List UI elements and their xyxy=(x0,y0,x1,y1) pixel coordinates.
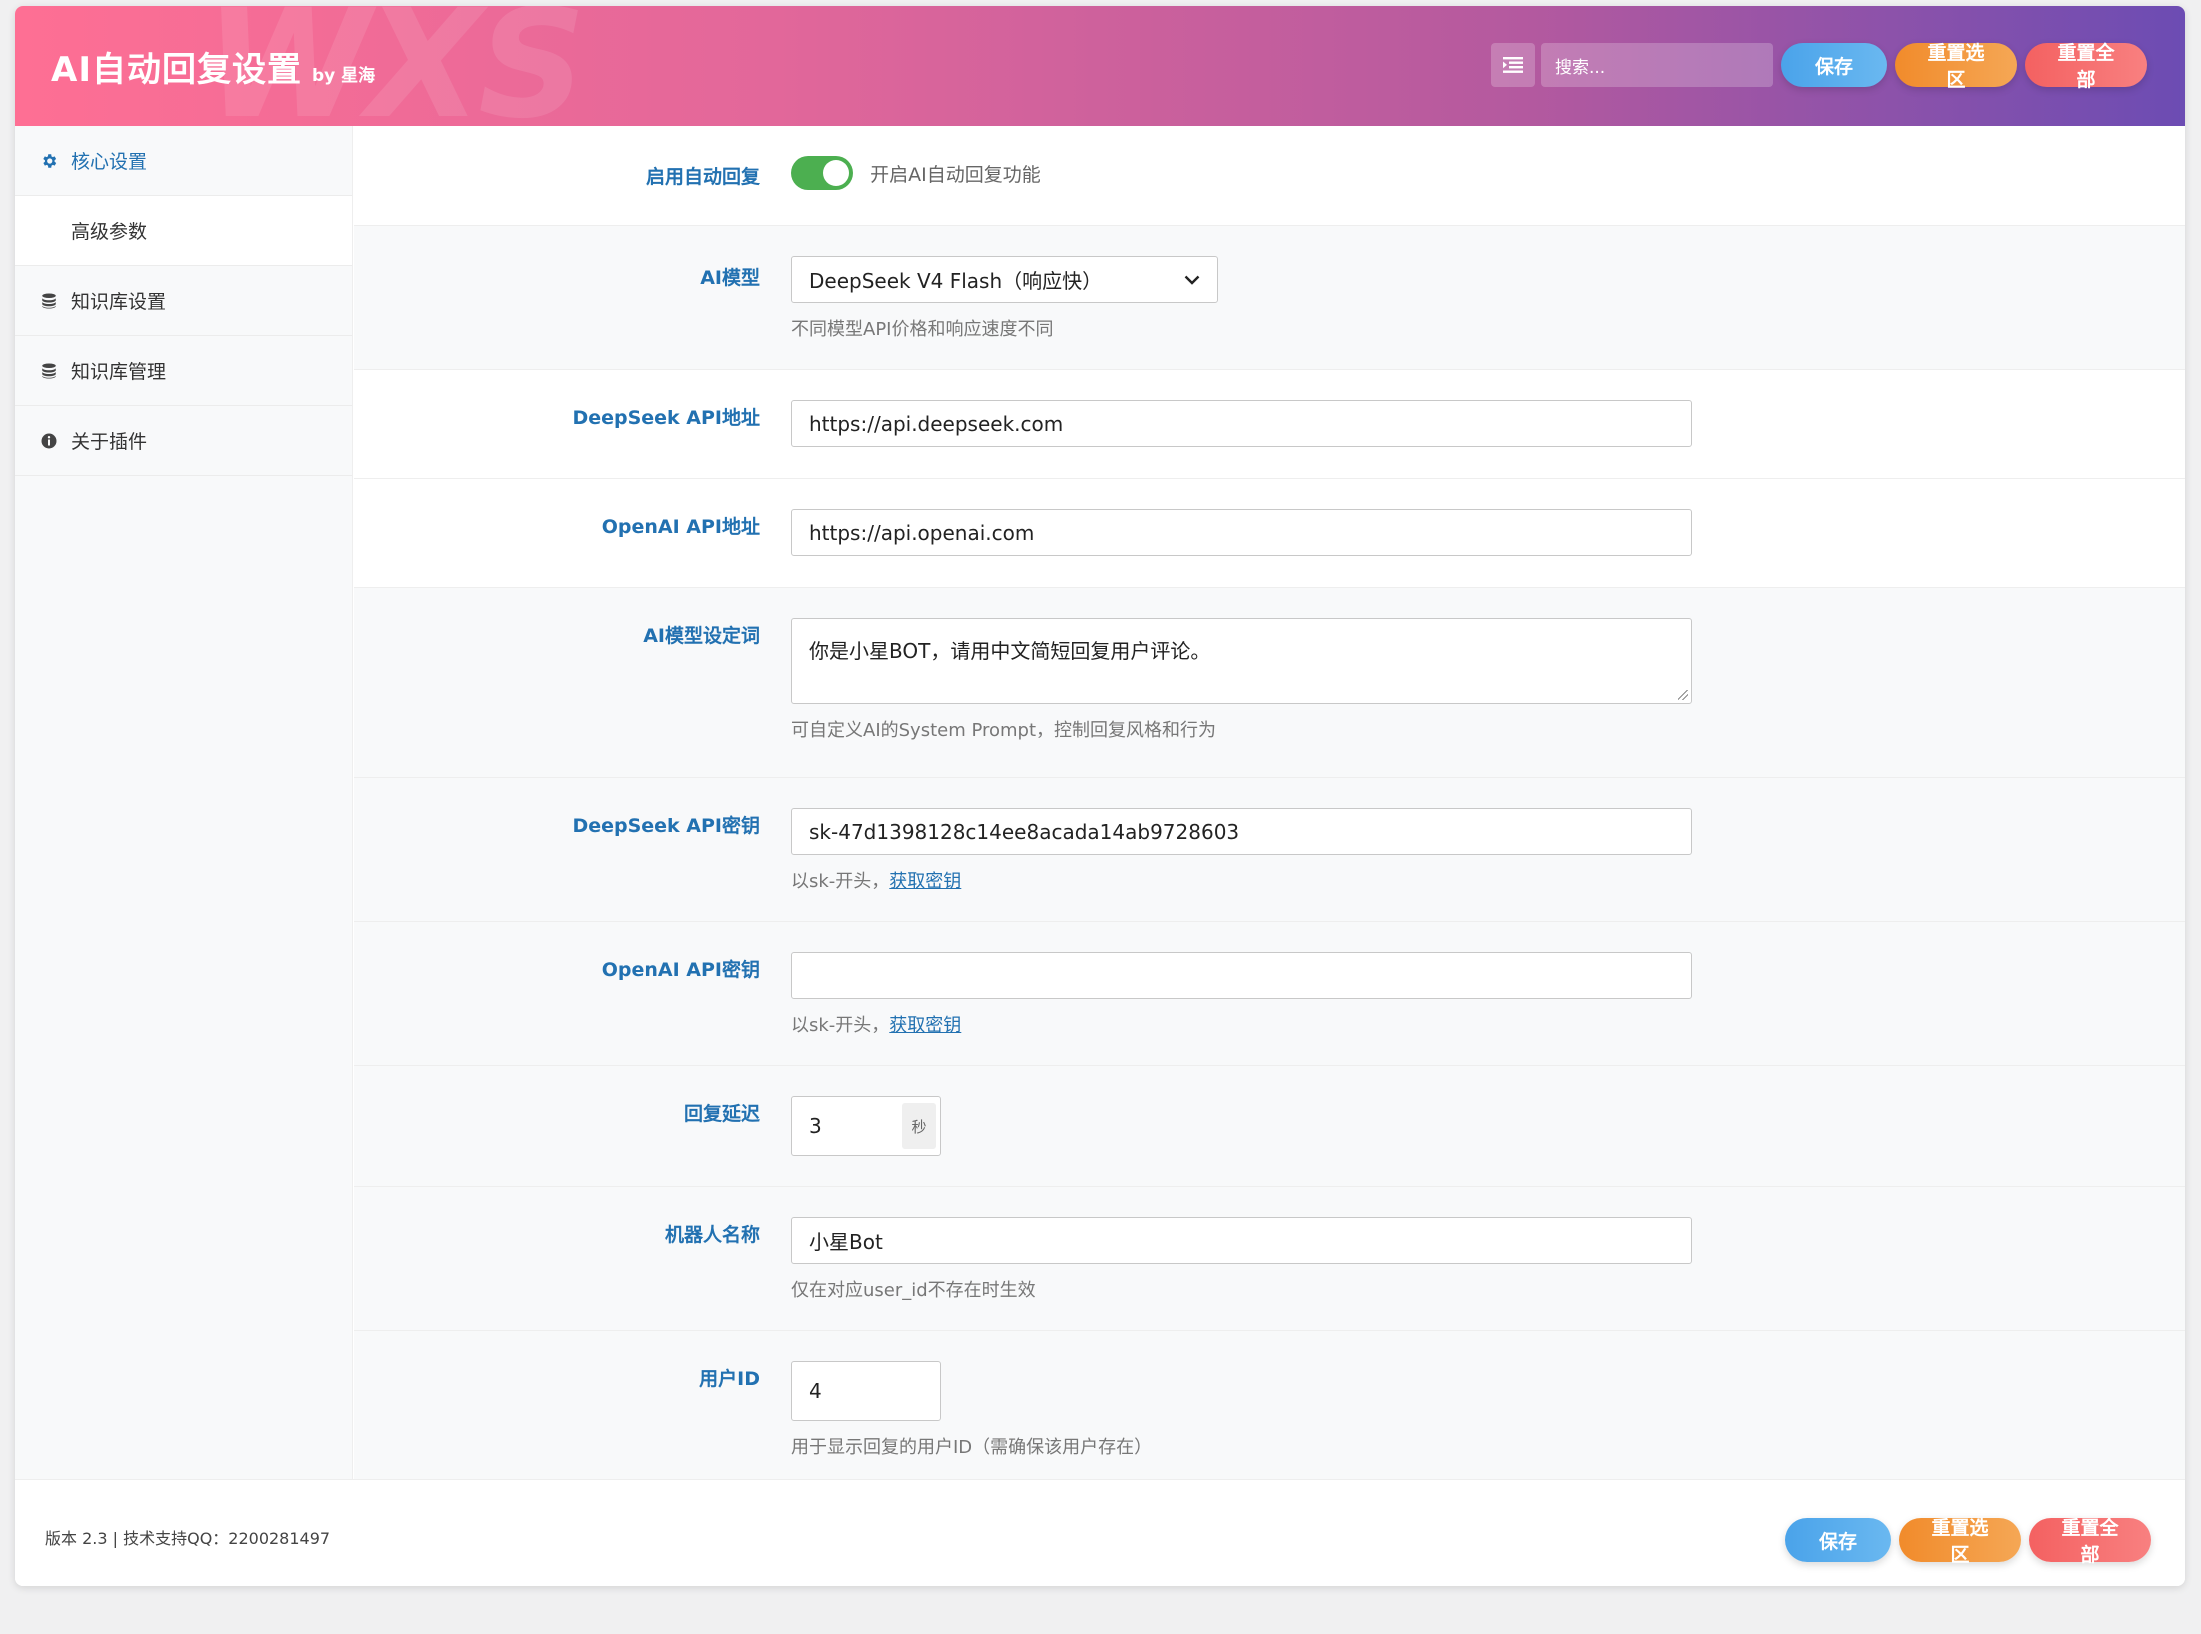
row-model: AI模型 DeepSeek V4 Flash（响应快） 不同模型API价格和响应… xyxy=(354,226,2185,370)
deepseek-get-key-link[interactable]: 获取密钥 xyxy=(889,871,961,892)
sidebar-item-label: 高级参数 xyxy=(71,221,148,243)
openai-key-desc: 以sk-开头，获取密钥 xyxy=(791,1011,1692,1037)
deepseek-key-desc: 以sk-开头，获取密钥 xyxy=(791,867,1692,893)
toggle-knob xyxy=(823,160,849,186)
deepseek-key-label: DeepSeek API密钥 xyxy=(572,815,760,837)
info-icon xyxy=(39,432,59,450)
row-deepseek-key: DeepSeek API密钥 sk-47d1398128c14ee8acada1… xyxy=(354,778,2185,922)
row-user-id: 用户ID 4 用于显示回复的用户ID（需确保该用户存在） xyxy=(354,1331,2185,1479)
sidebar-item-kb-settings[interactable]: 知识库设置 xyxy=(15,266,352,336)
row-prompt: AI模型设定词 你是小星BOT，请用中文简短回复用户评论。 可自定义AI的Sys… xyxy=(354,588,2185,778)
footer-reset-all-button[interactable]: 重置全部 xyxy=(2029,1517,2151,1566)
save-button[interactable]: 保存 xyxy=(1781,43,1887,87)
delay-label: 回复延迟 xyxy=(683,1103,760,1125)
reset-all-button[interactable]: 重置全部 xyxy=(2025,42,2147,91)
row-delay: 回复延迟 3 秒 xyxy=(354,1066,2185,1187)
delay-input[interactable]: 3 秒 xyxy=(791,1096,941,1156)
header-bar: WXS AI自动回复设置 by 星海 搜索... 保存 重置选区 重置全部 xyxy=(15,6,2185,126)
delay-value: 3 xyxy=(809,1114,822,1138)
sidebar-item-kb-management[interactable]: 知识库管理 xyxy=(15,336,352,406)
openai-key-label: OpenAI API密钥 xyxy=(601,959,760,981)
page-title: AI自动回复设置 xyxy=(51,50,302,90)
sidebar-item-label: 核心设置 xyxy=(71,151,148,173)
database-icon xyxy=(39,362,59,380)
search-input[interactable]: 搜索... xyxy=(1541,43,1773,87)
database-icon xyxy=(39,292,59,310)
openai-key-input[interactable] xyxy=(791,952,1692,999)
row-enable: 启用自动回复 开启AI自动回复功能 xyxy=(354,126,2185,226)
bot-name-label: 机器人名称 xyxy=(664,1224,760,1246)
sidebar: 核心设置 高级参数 知识库设置 知识库管理 关于插件 xyxy=(15,126,353,1479)
row-openai-key: OpenAI API密钥 以sk-开头，获取密钥 xyxy=(354,922,2185,1066)
sidebar-item-advanced-params[interactable]: 高级参数 xyxy=(15,196,352,266)
prompt-label: AI模型设定词 xyxy=(643,625,760,647)
enable-toggle[interactable] xyxy=(791,156,853,190)
chevron-down-icon xyxy=(1184,275,1200,285)
footer-toolbar: 保存 重置选区 重置全部 xyxy=(1777,1517,2151,1566)
footer: 版本 2.3 | 技术支持QQ：2200281497 保存 重置选区 重置全部 xyxy=(15,1479,2185,1586)
footer-save-button[interactable]: 保存 xyxy=(1785,1518,1891,1562)
user-id-input[interactable]: 4 xyxy=(791,1361,941,1421)
footer-version-text: 版本 2.3 | 技术支持QQ：2200281497 xyxy=(45,1529,331,1548)
title-group: AI自动回复设置 by 星海 xyxy=(51,42,375,91)
openai-get-key-link[interactable]: 获取密钥 xyxy=(889,1015,961,1036)
sidebar-item-core-settings[interactable]: 核心设置 xyxy=(15,126,352,196)
model-select[interactable]: DeepSeek V4 Flash（响应快） xyxy=(791,256,1218,303)
model-desc: 不同模型API价格和响应速度不同 xyxy=(791,319,1054,340)
row-openai-url: OpenAI API地址 https://api.openai.com xyxy=(354,479,2185,588)
sidebar-item-about[interactable]: 关于插件 xyxy=(15,406,352,476)
settings-panel: WXS AI自动回复设置 by 星海 搜索... 保存 重置选区 重置全部 核心… xyxy=(15,6,2185,1586)
bot-name-desc: 仅在对应user_id不存在时生效 xyxy=(791,1280,1036,1301)
openai-url-label: OpenAI API地址 xyxy=(601,516,760,538)
model-label: AI模型 xyxy=(700,267,760,289)
settings-form: 启用自动回复 开启AI自动回复功能 AI模型 DeepSeek V4 Flash… xyxy=(354,126,2185,1479)
page-author: by 星海 xyxy=(311,66,376,86)
user-id-label: 用户ID xyxy=(699,1368,760,1390)
openai-url-input[interactable]: https://api.openai.com xyxy=(791,509,1692,556)
bot-name-input[interactable]: 小星Bot xyxy=(791,1217,1692,1264)
list-indent-icon xyxy=(1503,57,1523,73)
header-toolbar: 搜索... 保存 重置选区 重置全部 xyxy=(1491,42,2147,91)
sidebar-item-label: 知识库设置 xyxy=(71,291,167,313)
enable-label: 启用自动回复 xyxy=(645,166,760,188)
prompt-textarea[interactable]: 你是小星BOT，请用中文简短回复用户评论。 xyxy=(791,618,1692,704)
model-select-value: DeepSeek V4 Flash（响应快） xyxy=(809,269,1103,293)
reset-section-button[interactable]: 重置选区 xyxy=(1895,42,2017,91)
user-id-desc: 用于显示回复的用户ID（需确保该用户存在） xyxy=(791,1437,1153,1458)
gear-icon xyxy=(39,152,59,170)
resize-handle[interactable] xyxy=(1678,690,1688,700)
delay-unit: 秒 xyxy=(902,1103,936,1149)
prompt-desc: 可自定义AI的System Prompt，控制回复风格和行为 xyxy=(791,720,1217,741)
prompt-text: 你是小星BOT，请用中文简短回复用户评论。 xyxy=(809,639,1211,663)
deepseek-url-input[interactable]: https://api.deepseek.com xyxy=(791,400,1692,447)
row-deepseek-url: DeepSeek API地址 https://api.deepseek.com xyxy=(354,370,2185,479)
deepseek-url-label: DeepSeek API地址 xyxy=(572,407,760,429)
footer-reset-section-button[interactable]: 重置选区 xyxy=(1899,1517,2021,1566)
sidebar-item-label: 知识库管理 xyxy=(71,361,167,383)
menu-toggle-button[interactable] xyxy=(1491,43,1535,87)
openai-key-desc-text: 以sk-开头， xyxy=(791,1015,890,1036)
deepseek-key-desc-text: 以sk-开头， xyxy=(791,871,890,892)
sidebar-item-label: 关于插件 xyxy=(71,431,148,453)
deepseek-key-input[interactable]: sk-47d1398128c14ee8acada14ab9728603 xyxy=(791,808,1692,855)
enable-toggle-text: 开启AI自动回复功能 xyxy=(870,163,1041,186)
row-bot-name: 机器人名称 小星Bot 仅在对应user_id不存在时生效 xyxy=(354,1187,2185,1331)
